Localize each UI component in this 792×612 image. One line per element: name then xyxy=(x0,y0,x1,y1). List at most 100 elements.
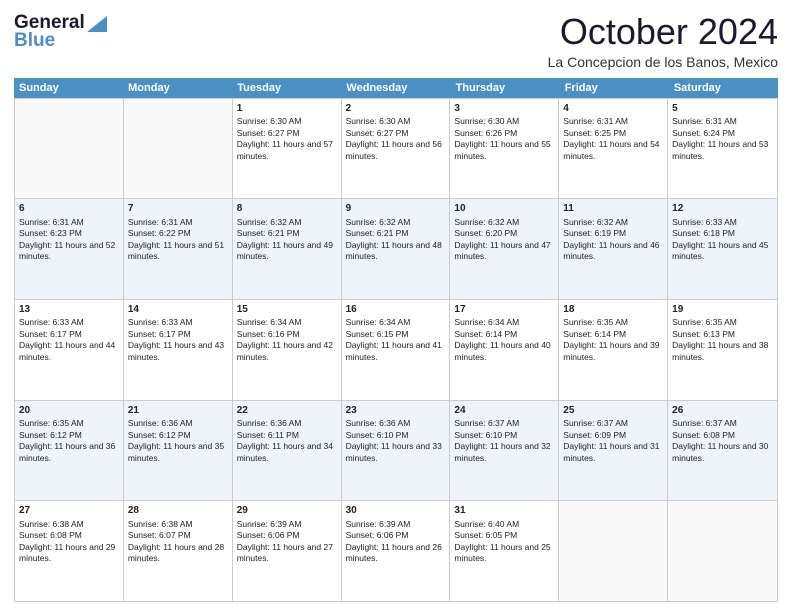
day-number: 5 xyxy=(672,102,773,116)
calendar-cell-r0c0 xyxy=(15,99,124,199)
calendar-cell-r1c2: 8Sunrise: 6:32 AM Sunset: 6:21 PM Daylig… xyxy=(233,199,342,299)
cell-info: Sunrise: 6:34 AM Sunset: 6:16 PM Dayligh… xyxy=(237,317,337,363)
cell-info: Sunrise: 6:36 AM Sunset: 6:12 PM Dayligh… xyxy=(128,418,228,464)
day-number: 28 xyxy=(128,504,228,518)
calendar-cell-r3c1: 21Sunrise: 6:36 AM Sunset: 6:12 PM Dayli… xyxy=(124,401,233,501)
day-number: 19 xyxy=(672,303,773,317)
calendar-cell-r4c2: 29Sunrise: 6:39 AM Sunset: 6:06 PM Dayli… xyxy=(233,501,342,601)
logo: General Blue xyxy=(14,12,107,52)
col-header-thursday: Thursday xyxy=(451,78,560,98)
calendar-cell-r4c1: 28Sunrise: 6:38 AM Sunset: 6:07 PM Dayli… xyxy=(124,501,233,601)
cell-info: Sunrise: 6:33 AM Sunset: 6:17 PM Dayligh… xyxy=(128,317,228,363)
calendar-cell-r1c6: 12Sunrise: 6:33 AM Sunset: 6:18 PM Dayli… xyxy=(668,199,777,299)
calendar-row-4: 27Sunrise: 6:38 AM Sunset: 6:08 PM Dayli… xyxy=(15,500,777,601)
calendar-cell-r2c3: 16Sunrise: 6:34 AM Sunset: 6:15 PM Dayli… xyxy=(342,300,451,400)
cell-info: Sunrise: 6:32 AM Sunset: 6:21 PM Dayligh… xyxy=(346,217,446,263)
day-number: 21 xyxy=(128,404,228,418)
day-number: 24 xyxy=(454,404,554,418)
cell-info: Sunrise: 6:35 AM Sunset: 6:14 PM Dayligh… xyxy=(563,317,663,363)
logo-triangle-icon xyxy=(87,16,107,32)
calendar-cell-r3c2: 22Sunrise: 6:36 AM Sunset: 6:11 PM Dayli… xyxy=(233,401,342,501)
page: General Blue October 2024 La Concepcion … xyxy=(0,0,792,612)
calendar-cell-r1c1: 7Sunrise: 6:31 AM Sunset: 6:22 PM Daylig… xyxy=(124,199,233,299)
location-label: La Concepcion de los Banos, Mexico xyxy=(548,54,778,70)
calendar-cell-r3c6: 26Sunrise: 6:37 AM Sunset: 6:08 PM Dayli… xyxy=(668,401,777,501)
calendar-cell-r0c1 xyxy=(124,99,233,199)
day-number: 30 xyxy=(346,504,446,518)
day-number: 16 xyxy=(346,303,446,317)
cell-info: Sunrise: 6:32 AM Sunset: 6:19 PM Dayligh… xyxy=(563,217,663,263)
day-number: 25 xyxy=(563,404,663,418)
calendar-cell-r3c0: 20Sunrise: 6:35 AM Sunset: 6:12 PM Dayli… xyxy=(15,401,124,501)
day-number: 7 xyxy=(128,202,228,216)
day-number: 12 xyxy=(672,202,773,216)
calendar-row-0: 1Sunrise: 6:30 AM Sunset: 6:27 PM Daylig… xyxy=(15,98,777,199)
cell-info: Sunrise: 6:37 AM Sunset: 6:09 PM Dayligh… xyxy=(563,418,663,464)
calendar-cell-r2c0: 13Sunrise: 6:33 AM Sunset: 6:17 PM Dayli… xyxy=(15,300,124,400)
day-number: 22 xyxy=(237,404,337,418)
day-number: 29 xyxy=(237,504,337,518)
title-area: October 2024 La Concepcion de los Banos,… xyxy=(548,12,778,70)
day-number: 3 xyxy=(454,102,554,116)
calendar-cell-r0c6: 5Sunrise: 6:31 AM Sunset: 6:24 PM Daylig… xyxy=(668,99,777,199)
day-number: 15 xyxy=(237,303,337,317)
cell-info: Sunrise: 6:34 AM Sunset: 6:15 PM Dayligh… xyxy=(346,317,446,363)
col-header-sunday: Sunday xyxy=(14,78,123,98)
cell-info: Sunrise: 6:38 AM Sunset: 6:08 PM Dayligh… xyxy=(19,519,119,565)
calendar-cell-r4c3: 30Sunrise: 6:39 AM Sunset: 6:06 PM Dayli… xyxy=(342,501,451,601)
col-header-friday: Friday xyxy=(560,78,669,98)
cell-info: Sunrise: 6:33 AM Sunset: 6:18 PM Dayligh… xyxy=(672,217,773,263)
col-header-saturday: Saturday xyxy=(669,78,778,98)
day-number: 4 xyxy=(563,102,663,116)
calendar-cell-r0c3: 2Sunrise: 6:30 AM Sunset: 6:27 PM Daylig… xyxy=(342,99,451,199)
cell-info: Sunrise: 6:31 AM Sunset: 6:23 PM Dayligh… xyxy=(19,217,119,263)
cell-info: Sunrise: 6:38 AM Sunset: 6:07 PM Dayligh… xyxy=(128,519,228,565)
day-number: 20 xyxy=(19,404,119,418)
day-number: 8 xyxy=(237,202,337,216)
calendar-cell-r3c4: 24Sunrise: 6:37 AM Sunset: 6:10 PM Dayli… xyxy=(450,401,559,501)
cell-info: Sunrise: 6:31 AM Sunset: 6:25 PM Dayligh… xyxy=(563,116,663,162)
calendar-cell-r1c3: 9Sunrise: 6:32 AM Sunset: 6:21 PM Daylig… xyxy=(342,199,451,299)
calendar-cell-r2c5: 18Sunrise: 6:35 AM Sunset: 6:14 PM Dayli… xyxy=(559,300,668,400)
calendar-body: 1Sunrise: 6:30 AM Sunset: 6:27 PM Daylig… xyxy=(14,98,778,602)
day-number: 13 xyxy=(19,303,119,317)
day-number: 26 xyxy=(672,404,773,418)
cell-info: Sunrise: 6:30 AM Sunset: 6:27 PM Dayligh… xyxy=(346,116,446,162)
calendar-cell-r2c1: 14Sunrise: 6:33 AM Sunset: 6:17 PM Dayli… xyxy=(124,300,233,400)
calendar-cell-r0c4: 3Sunrise: 6:30 AM Sunset: 6:26 PM Daylig… xyxy=(450,99,559,199)
calendar-row-1: 6Sunrise: 6:31 AM Sunset: 6:23 PM Daylig… xyxy=(15,198,777,299)
cell-info: Sunrise: 6:32 AM Sunset: 6:21 PM Dayligh… xyxy=(237,217,337,263)
col-header-tuesday: Tuesday xyxy=(232,78,341,98)
cell-info: Sunrise: 6:31 AM Sunset: 6:22 PM Dayligh… xyxy=(128,217,228,263)
day-number: 17 xyxy=(454,303,554,317)
day-number: 9 xyxy=(346,202,446,216)
month-title: October 2024 xyxy=(548,12,778,52)
cell-info: Sunrise: 6:36 AM Sunset: 6:11 PM Dayligh… xyxy=(237,418,337,464)
calendar-cell-r1c4: 10Sunrise: 6:32 AM Sunset: 6:20 PM Dayli… xyxy=(450,199,559,299)
logo-blue-text: Blue xyxy=(14,30,55,52)
calendar-cell-r1c0: 6Sunrise: 6:31 AM Sunset: 6:23 PM Daylig… xyxy=(15,199,124,299)
day-number: 11 xyxy=(563,202,663,216)
header: General Blue October 2024 La Concepcion … xyxy=(14,12,778,70)
cell-info: Sunrise: 6:35 AM Sunset: 6:12 PM Dayligh… xyxy=(19,418,119,464)
cell-info: Sunrise: 6:30 AM Sunset: 6:26 PM Dayligh… xyxy=(454,116,554,162)
day-number: 23 xyxy=(346,404,446,418)
calendar-cell-r4c0: 27Sunrise: 6:38 AM Sunset: 6:08 PM Dayli… xyxy=(15,501,124,601)
cell-info: Sunrise: 6:35 AM Sunset: 6:13 PM Dayligh… xyxy=(672,317,773,363)
col-header-wednesday: Wednesday xyxy=(341,78,450,98)
calendar-cell-r0c5: 4Sunrise: 6:31 AM Sunset: 6:25 PM Daylig… xyxy=(559,99,668,199)
day-number: 6 xyxy=(19,202,119,216)
calendar-row-3: 20Sunrise: 6:35 AM Sunset: 6:12 PM Dayli… xyxy=(15,400,777,501)
day-number: 2 xyxy=(346,102,446,116)
calendar-cell-r0c2: 1Sunrise: 6:30 AM Sunset: 6:27 PM Daylig… xyxy=(233,99,342,199)
day-number: 1 xyxy=(237,102,337,116)
cell-info: Sunrise: 6:30 AM Sunset: 6:27 PM Dayligh… xyxy=(237,116,337,162)
calendar-cell-r4c6 xyxy=(668,501,777,601)
cell-info: Sunrise: 6:37 AM Sunset: 6:10 PM Dayligh… xyxy=(454,418,554,464)
day-number: 31 xyxy=(454,504,554,518)
calendar-cell-r2c4: 17Sunrise: 6:34 AM Sunset: 6:14 PM Dayli… xyxy=(450,300,559,400)
calendar-cell-r2c2: 15Sunrise: 6:34 AM Sunset: 6:16 PM Dayli… xyxy=(233,300,342,400)
calendar-header: SundayMondayTuesdayWednesdayThursdayFrid… xyxy=(14,78,778,98)
day-number: 14 xyxy=(128,303,228,317)
cell-info: Sunrise: 6:39 AM Sunset: 6:06 PM Dayligh… xyxy=(346,519,446,565)
